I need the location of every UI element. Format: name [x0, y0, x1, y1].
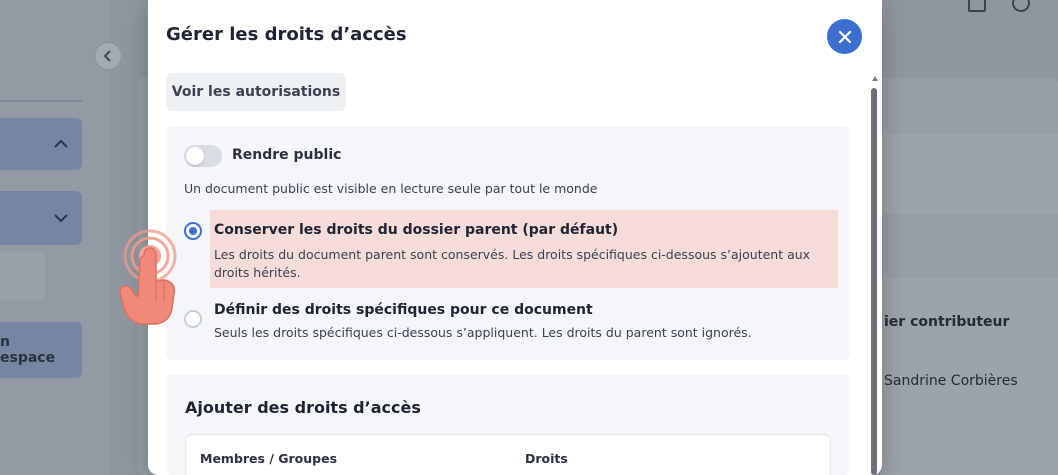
view-permissions-button[interactable]: Voir les autorisations: [166, 73, 346, 111]
public-toggle-label[interactable]: Rendre public: [232, 147, 341, 163]
column-header-rights: Droits: [525, 451, 568, 466]
modal-scrollbar[interactable]: [870, 76, 878, 475]
option-keep-parent-rights[interactable]: Conserver les droits du dossier parent (…: [184, 210, 838, 288]
sidebar-item[interactable]: [0, 252, 45, 300]
option-title[interactable]: Définir des droits spécifiques pour ce d…: [214, 302, 593, 318]
public-toggle[interactable]: [184, 145, 222, 167]
visibility-section: Rendre public Un document public est vis…: [166, 126, 850, 360]
contributor-name: Sandrine Corbières: [884, 373, 1018, 389]
column-header-members: Membres / Groupes: [200, 451, 338, 466]
public-toggle-description: Un document public est visible en lectur…: [184, 181, 598, 196]
add-rights-section: Ajouter des droits d’accès Membres / Gro…: [166, 375, 850, 475]
radio-specific-rights[interactable]: [184, 310, 202, 328]
scrollbar-thumb[interactable]: [871, 88, 877, 475]
new-space-label: n espace: [0, 334, 56, 366]
chevron-down-icon: [54, 214, 68, 223]
chevron-left-icon: [103, 50, 111, 62]
option-title[interactable]: Conserver les droits du dossier parent (…: [214, 222, 618, 238]
sidebar-collapse-button[interactable]: [94, 42, 122, 70]
sidebar-section-2[interactable]: [0, 191, 82, 245]
close-icon: [838, 30, 851, 43]
option-description: Seuls les droits spécifiques ci-dessous …: [214, 325, 752, 340]
details-card: [880, 134, 1058, 214]
scroll-up-arrow-icon[interactable]: [872, 76, 878, 81]
close-button[interactable]: [827, 19, 862, 54]
modal-title: Gérer les droits d’accès: [166, 24, 407, 45]
access-rights-modal: Gérer les droits d’accès Voir les autori…: [148, 0, 882, 475]
toggle-knob: [186, 147, 204, 165]
sidebar-divider: [0, 100, 82, 102]
bell-icon[interactable]: [968, 0, 986, 12]
contributor-heading: ier contributeur: [884, 314, 1010, 330]
chevron-up-icon: [54, 139, 68, 148]
add-rights-title: Ajouter des droits d’accès: [185, 398, 421, 417]
sidebar-section-1[interactable]: [0, 118, 82, 170]
option-description: Les droits du document parent sont conse…: [214, 247, 811, 280]
new-space-button[interactable]: n espace: [0, 322, 82, 378]
rights-table: Membres / Groupes Droits: [185, 434, 831, 475]
radio-keep-parent-rights[interactable]: [184, 222, 202, 240]
option-specific-rights[interactable]: Définir des droits spécifiques pour ce d…: [184, 298, 838, 350]
